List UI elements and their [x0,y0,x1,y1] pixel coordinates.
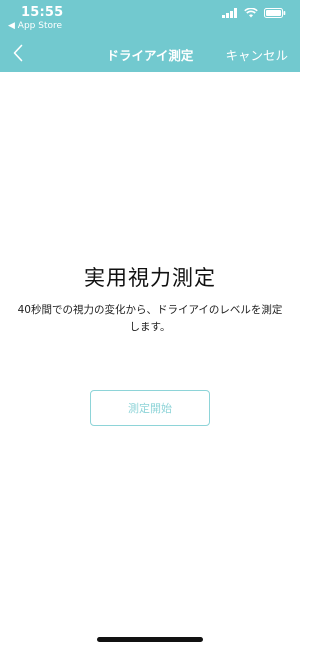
signal-icon [222,8,237,18]
back-to-app-store-link[interactable]: ◀ App Store [8,21,62,31]
status-icons [222,8,286,18]
page-title: 実用視力測定 [84,266,216,290]
cancel-button[interactable]: キャンセル [225,45,288,64]
status-time: 15:55 [21,5,64,20]
start-measurement-button[interactable]: 測定開始 [90,390,210,426]
status-bar: 15:55 ◀ App Store [0,0,300,36]
battery-icon [264,8,286,18]
home-indicator [97,637,203,642]
app-header: 15:55 ◀ App Store ドライアイ測定 キャンセル [0,0,300,72]
wifi-icon [244,8,258,18]
page-description: 40秒間での視力の変化から、ドライアイのレベルを測定します。 [17,304,283,333]
nav-bar: ドライアイ測定 キャンセル [0,36,300,72]
